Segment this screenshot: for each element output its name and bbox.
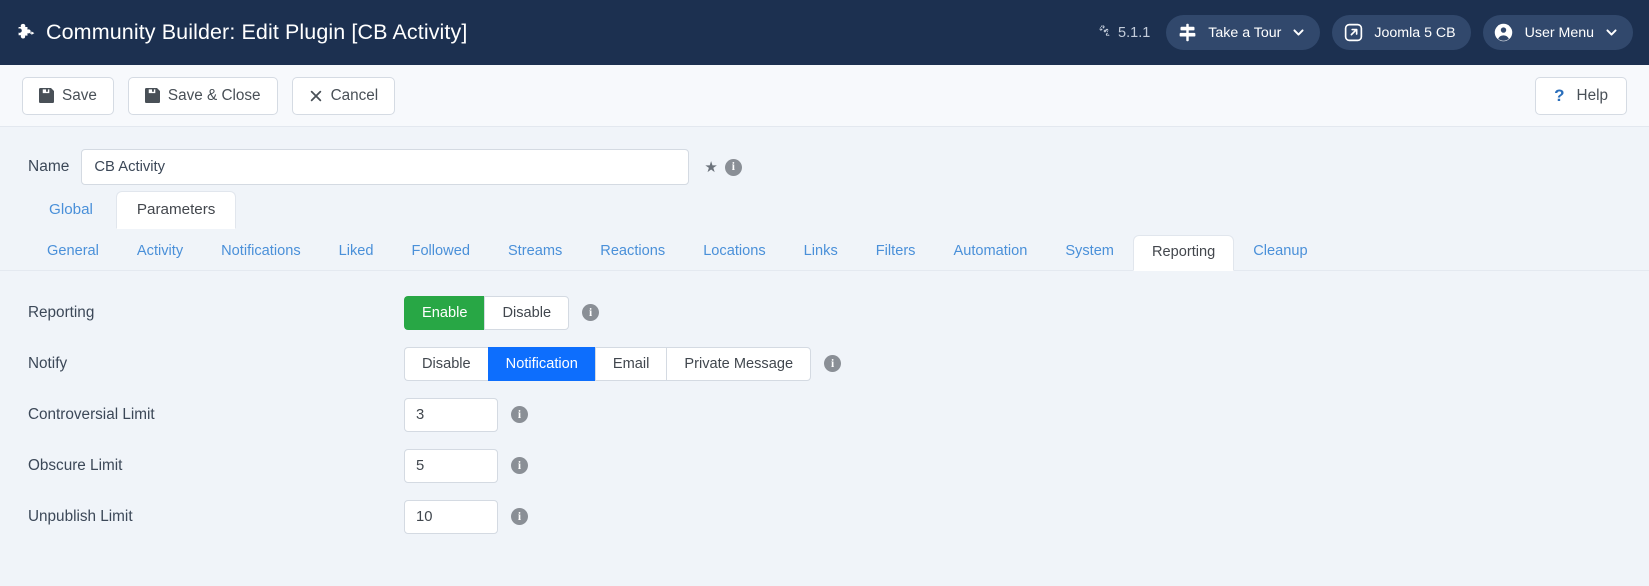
tab-reporting[interactable]: Reporting [1132, 235, 1235, 271]
info-icon[interactable]: i [511, 406, 528, 423]
primary-tabs: Global Parameters [0, 185, 1649, 229]
info-icon[interactable]: i [511, 457, 528, 474]
info-icon[interactable]: i [511, 508, 528, 525]
controversial-limit-input[interactable] [404, 397, 498, 432]
help-button[interactable]: ? Help [1535, 76, 1627, 115]
save-and-close-label: Save & Close [167, 86, 261, 104]
toolbar: Save Save & Close Cancel ? Help [0, 65, 1649, 127]
user-menu-label: User Menu [1524, 24, 1594, 41]
notify-control: Disable Notification Email Private Messa… [404, 346, 842, 381]
controversial-limit-label: Controversial Limit [28, 405, 155, 423]
help-label: Help [1576, 86, 1608, 104]
app-header: Community Builder: Edit Plugin [CB Activ… [0, 0, 1649, 65]
reporting-control: Enable Disable i [404, 295, 600, 330]
tab-activity[interactable]: Activity [118, 234, 202, 270]
signpost-icon [1175, 21, 1199, 45]
notify-label: Notify [28, 354, 68, 372]
tab-reactions[interactable]: Reactions [581, 234, 684, 270]
obscure-limit-label: Obscure Limit [28, 456, 123, 474]
puzzle-piece-icon [14, 22, 36, 44]
user-circle-icon [1492, 21, 1516, 45]
tab-filters[interactable]: Filters [857, 234, 935, 270]
name-field-icons: ★ i [704, 158, 742, 176]
chevron-down-icon [1605, 26, 1618, 39]
save-and-close-button[interactable]: Save & Close [127, 76, 278, 115]
header-actions: 5.1.1 Take a Tour Joomla 5 CB User Menu [1098, 15, 1633, 50]
obscure-limit-row: Obscure Limit i [0, 440, 1649, 491]
cancel-button[interactable]: Cancel [291, 76, 396, 115]
controversial-limit-control: i [404, 397, 528, 432]
notify-private-message-option[interactable]: Private Message [666, 346, 812, 381]
version-label: 5.1.1 [1118, 24, 1151, 41]
tab-general[interactable]: General [28, 234, 118, 270]
question-mark-icon: ? [1554, 85, 1565, 105]
notify-button-group: Disable Notification Email Private Messa… [404, 346, 812, 381]
sub-tabs: General Activity Notifications Liked Fol… [0, 229, 1649, 271]
name-input[interactable] [81, 149, 690, 185]
unpublish-limit-control: i [404, 499, 528, 534]
floppy-disk-icon [39, 88, 54, 103]
tab-links[interactable]: Links [785, 234, 857, 270]
tab-automation[interactable]: Automation [934, 234, 1046, 270]
obscure-limit-input[interactable] [404, 448, 498, 483]
tab-cleanup[interactable]: Cleanup [1234, 234, 1326, 270]
reporting-disable-option[interactable]: Disable [484, 295, 570, 330]
tab-parameters[interactable]: Parameters [115, 190, 237, 229]
notify-row: Notify Disable Notification Email Privat… [0, 338, 1649, 389]
site-link-label: Joomla 5 CB [1374, 24, 1456, 41]
info-icon[interactable]: i [582, 304, 600, 321]
info-icon[interactable]: i [724, 158, 742, 176]
info-icon[interactable]: i [824, 355, 842, 372]
name-field-row: Name ★ i [0, 127, 1649, 185]
tab-followed[interactable]: Followed [393, 234, 489, 270]
reporting-button-group: Enable Disable [404, 295, 570, 330]
tab-notifications[interactable]: Notifications [202, 234, 320, 270]
reporting-enable-option[interactable]: Enable [404, 295, 485, 330]
notify-disable-option[interactable]: Disable [404, 346, 488, 381]
brand: Community Builder: Edit Plugin [CB Activ… [14, 20, 467, 45]
unpublish-limit-row: Unpublish Limit i [0, 491, 1649, 542]
save-button[interactable]: Save [22, 76, 114, 115]
obscure-limit-control: i [404, 448, 528, 483]
reporting-row: Reporting Enable Disable i [0, 287, 1649, 338]
star-icon[interactable]: ★ [704, 160, 717, 175]
take-a-tour-button[interactable]: Take a Tour [1166, 15, 1321, 50]
notify-notification-option[interactable]: Notification [487, 346, 595, 381]
external-link-icon [1341, 21, 1365, 45]
tab-liked[interactable]: Liked [320, 234, 393, 270]
cancel-label: Cancel [330, 86, 379, 104]
reporting-label: Reporting [28, 303, 95, 321]
close-x-icon [309, 89, 323, 103]
save-label: Save [62, 86, 97, 104]
tab-system[interactable]: System [1046, 234, 1133, 270]
user-menu-button[interactable]: User Menu [1482, 15, 1633, 50]
parameters-form: Reporting Enable Disable i Notify Disabl… [0, 271, 1649, 542]
site-link-button[interactable]: Joomla 5 CB [1332, 15, 1471, 50]
page-title: Community Builder: Edit Plugin [CB Activ… [46, 20, 468, 44]
tab-locations[interactable]: Locations [684, 234, 784, 270]
controversial-limit-row: Controversial Limit i [0, 389, 1649, 440]
tab-streams[interactable]: Streams [489, 234, 581, 270]
notify-email-option[interactable]: Email [594, 346, 667, 381]
unpublish-limit-input[interactable] [404, 499, 498, 534]
name-label: Name [28, 158, 70, 175]
joomla-icon [1098, 24, 1112, 42]
floppy-disk-icon [144, 88, 160, 103]
take-a-tour-label: Take a Tour [1208, 24, 1282, 41]
chevron-down-icon [1292, 26, 1305, 39]
unpublish-limit-label: Unpublish Limit [28, 507, 133, 525]
tab-global[interactable]: Global [28, 191, 114, 229]
joomla-version: 5.1.1 [1098, 24, 1150, 42]
